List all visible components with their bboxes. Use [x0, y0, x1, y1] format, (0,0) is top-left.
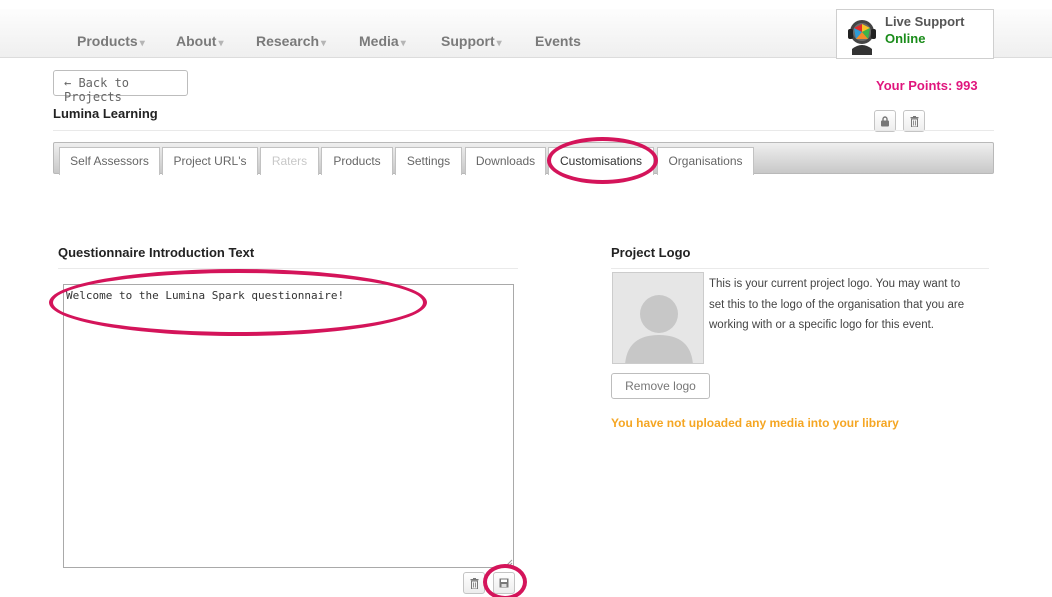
default-avatar-icon: [613, 273, 703, 363]
lock-project-button[interactable]: [874, 110, 896, 132]
nav-events[interactable]: Events: [535, 33, 581, 49]
logo-description: This is your current project logo. You m…: [709, 278, 965, 331]
header-divider: [53, 130, 994, 131]
project-logo-image: [612, 272, 704, 364]
save-intro-button[interactable]: [493, 572, 515, 594]
project-title: Lumina Learning: [53, 106, 158, 121]
live-support-status: Online: [885, 31, 926, 46]
remove-logo-button[interactable]: Remove logo: [611, 373, 710, 399]
resize-grip-icon[interactable]: [505, 559, 513, 567]
tab-raters: Raters: [260, 147, 319, 175]
tab-self-assessors[interactable]: Self Assessors: [59, 147, 160, 175]
intro-text-field[interactable]: Welcome to the Lumina Spark questionnair…: [63, 284, 514, 568]
delete-project-button[interactable]: [903, 110, 925, 132]
no-media-warning: You have not uploaded any media into you…: [611, 416, 899, 430]
nav-about[interactable]: About ▾: [176, 33, 223, 49]
tab-customisations[interactable]: Customisations: [548, 147, 654, 175]
back-to-projects-button[interactable]: ← Back to Projects: [53, 70, 188, 104]
trash-icon: [910, 116, 918, 128]
tab-settings[interactable]: Settings: [395, 147, 462, 175]
project-tab-bar: Self Assessors Project URL's Raters Prod…: [53, 142, 994, 175]
intro-section-title: Questionnaire Introduction Text: [58, 245, 255, 260]
nav-media[interactable]: Media ▾: [359, 33, 406, 49]
intro-section-divider: [58, 268, 518, 269]
chevron-down-icon: ▾: [496, 38, 502, 49]
tab-organisations[interactable]: Organisations: [657, 147, 754, 175]
delete-intro-button[interactable]: [463, 572, 485, 594]
live-support-widget[interactable]: Live Support Online: [836, 9, 994, 59]
tab-project-urls[interactable]: Project URL's: [162, 147, 258, 175]
logo-section-title: Project Logo: [611, 245, 691, 260]
chevron-down-icon: ▾: [321, 38, 327, 49]
save-icon: [499, 578, 509, 588]
logo-section-divider: [611, 268, 989, 269]
chevron-down-icon: ▾: [139, 38, 145, 49]
trash-icon: [470, 578, 478, 590]
nav-products[interactable]: Products ▾: [77, 33, 145, 49]
tab-downloads[interactable]: Downloads: [465, 147, 546, 175]
lock-icon: [881, 116, 889, 127]
live-support-title: Live Support: [885, 14, 965, 29]
chevron-down-icon: ▾: [400, 38, 406, 49]
points-counter: Your Points: 993: [876, 78, 978, 93]
nav-research[interactable]: Research ▾: [256, 33, 326, 49]
tab-products[interactable]: Products: [321, 147, 393, 175]
live-support-headset-icon: [848, 20, 876, 55]
nav-support[interactable]: Support ▾: [441, 33, 502, 49]
chevron-down-icon: ▾: [218, 38, 224, 49]
